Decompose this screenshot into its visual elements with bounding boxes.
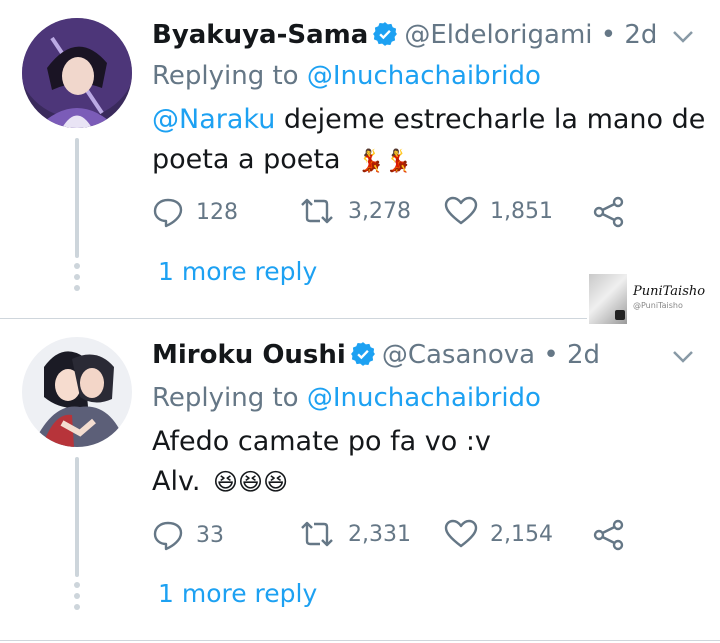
avatar[interactable] bbox=[22, 18, 132, 128]
retweet-count: 3,278 bbox=[348, 198, 411, 224]
more-reply-link[interactable]: 1 more reply bbox=[158, 579, 317, 608]
retweet-icon bbox=[301, 521, 333, 547]
tweet-header: Miroku Oushi @Casanova • 2d bbox=[152, 338, 600, 376]
replying-to: Replying to @Inuchachaibrido bbox=[152, 59, 541, 93]
display-name[interactable]: Miroku Oushi bbox=[152, 340, 346, 370]
avatar[interactable] bbox=[22, 337, 132, 447]
heart-icon bbox=[444, 196, 478, 225]
verified-badge-icon bbox=[372, 21, 398, 56]
replying-handle-link[interactable]: @Inuchachaibrido bbox=[307, 61, 541, 91]
tweet-actions: 33 2,331 2,154 bbox=[152, 519, 632, 553]
text-line-1: Afedo camate po fa vo :v bbox=[152, 426, 491, 457]
retweet-icon bbox=[301, 198, 333, 224]
reply-icon bbox=[153, 198, 183, 228]
watermark-image bbox=[589, 274, 627, 324]
watermark-text: PuniTaisho @PuniTaisho bbox=[633, 285, 705, 313]
emoji: 😆😆😆 bbox=[213, 468, 289, 496]
reply-icon bbox=[153, 521, 183, 551]
tweet-actions: 128 3,278 1,851 bbox=[152, 196, 632, 230]
reply-action[interactable]: 128 bbox=[152, 196, 238, 228]
timestamp[interactable]: 2d bbox=[624, 20, 657, 50]
like-action[interactable]: 1,851 bbox=[444, 196, 553, 226]
watermark-name: PuniTaisho bbox=[633, 284, 706, 299]
thread-line bbox=[75, 457, 79, 577]
watermark-handle: @PuniTaisho bbox=[633, 301, 683, 310]
retweet-action[interactable]: 2,331 bbox=[298, 519, 411, 549]
reply-count: 33 bbox=[196, 522, 224, 548]
retweet-count: 2,331 bbox=[348, 521, 411, 547]
emoji: 💃💃 bbox=[357, 149, 412, 174]
share-action[interactable] bbox=[592, 519, 638, 551]
verified-badge-icon bbox=[350, 341, 376, 376]
replying-prefix: Replying to bbox=[152, 383, 299, 413]
text-line-2: poeta a poeta bbox=[152, 144, 341, 175]
user-handle[interactable]: @Eldelorigami bbox=[404, 20, 592, 50]
like-action[interactable]: 2,154 bbox=[444, 519, 553, 549]
tweet[interactable]: Byakuya-Sama @Eldelorigami • 2d Replying … bbox=[0, 0, 720, 318]
tweet-header: Byakuya-Sama @Eldelorigami • 2d bbox=[152, 18, 657, 56]
chevron-down-icon[interactable] bbox=[672, 30, 694, 44]
text-line-1: dejeme estrecharle la mano de bbox=[275, 104, 706, 135]
avatar-image bbox=[22, 18, 132, 128]
tweet-text: Afedo camate po fa vo :v Alv. 😆😆😆 bbox=[152, 422, 491, 502]
reply-action[interactable]: 33 bbox=[152, 519, 224, 551]
heart-icon bbox=[444, 519, 478, 548]
share-action[interactable] bbox=[592, 196, 638, 228]
avatar-image bbox=[22, 337, 132, 447]
thread-dots bbox=[74, 263, 80, 296]
share-icon bbox=[593, 519, 624, 551]
display-name[interactable]: Byakuya-Sama bbox=[152, 20, 368, 50]
thread-line bbox=[75, 138, 79, 258]
tweet[interactable]: Miroku Oushi @Casanova • 2d Replying to @… bbox=[0, 319, 720, 641]
replying-handle-link[interactable]: @Inuchachaibrido bbox=[307, 383, 541, 413]
like-count: 2,154 bbox=[490, 521, 553, 547]
tweet-text: @Naraku dejeme estrecharle la mano de po… bbox=[152, 100, 705, 182]
more-reply-link[interactable]: 1 more reply bbox=[158, 257, 317, 286]
like-count: 1,851 bbox=[490, 198, 553, 224]
text-line-2: Alv. bbox=[152, 466, 201, 497]
thread-dots bbox=[74, 582, 80, 615]
separator-dot: • bbox=[600, 20, 617, 50]
reply-count: 128 bbox=[196, 199, 238, 225]
replying-to: Replying to @Inuchachaibrido bbox=[152, 381, 541, 415]
retweet-action[interactable]: 3,278 bbox=[298, 196, 411, 226]
share-icon bbox=[593, 196, 624, 228]
timestamp[interactable]: 2d bbox=[567, 340, 600, 370]
chevron-down-icon[interactable] bbox=[672, 350, 694, 364]
replying-prefix: Replying to bbox=[152, 61, 299, 91]
watermark: PuniTaisho @PuniTaisho bbox=[587, 273, 720, 325]
mention-link[interactable]: @Naraku bbox=[152, 104, 275, 135]
divider bbox=[0, 640, 720, 641]
user-handle[interactable]: @Casanova bbox=[382, 340, 535, 370]
separator-dot: • bbox=[543, 340, 559, 370]
